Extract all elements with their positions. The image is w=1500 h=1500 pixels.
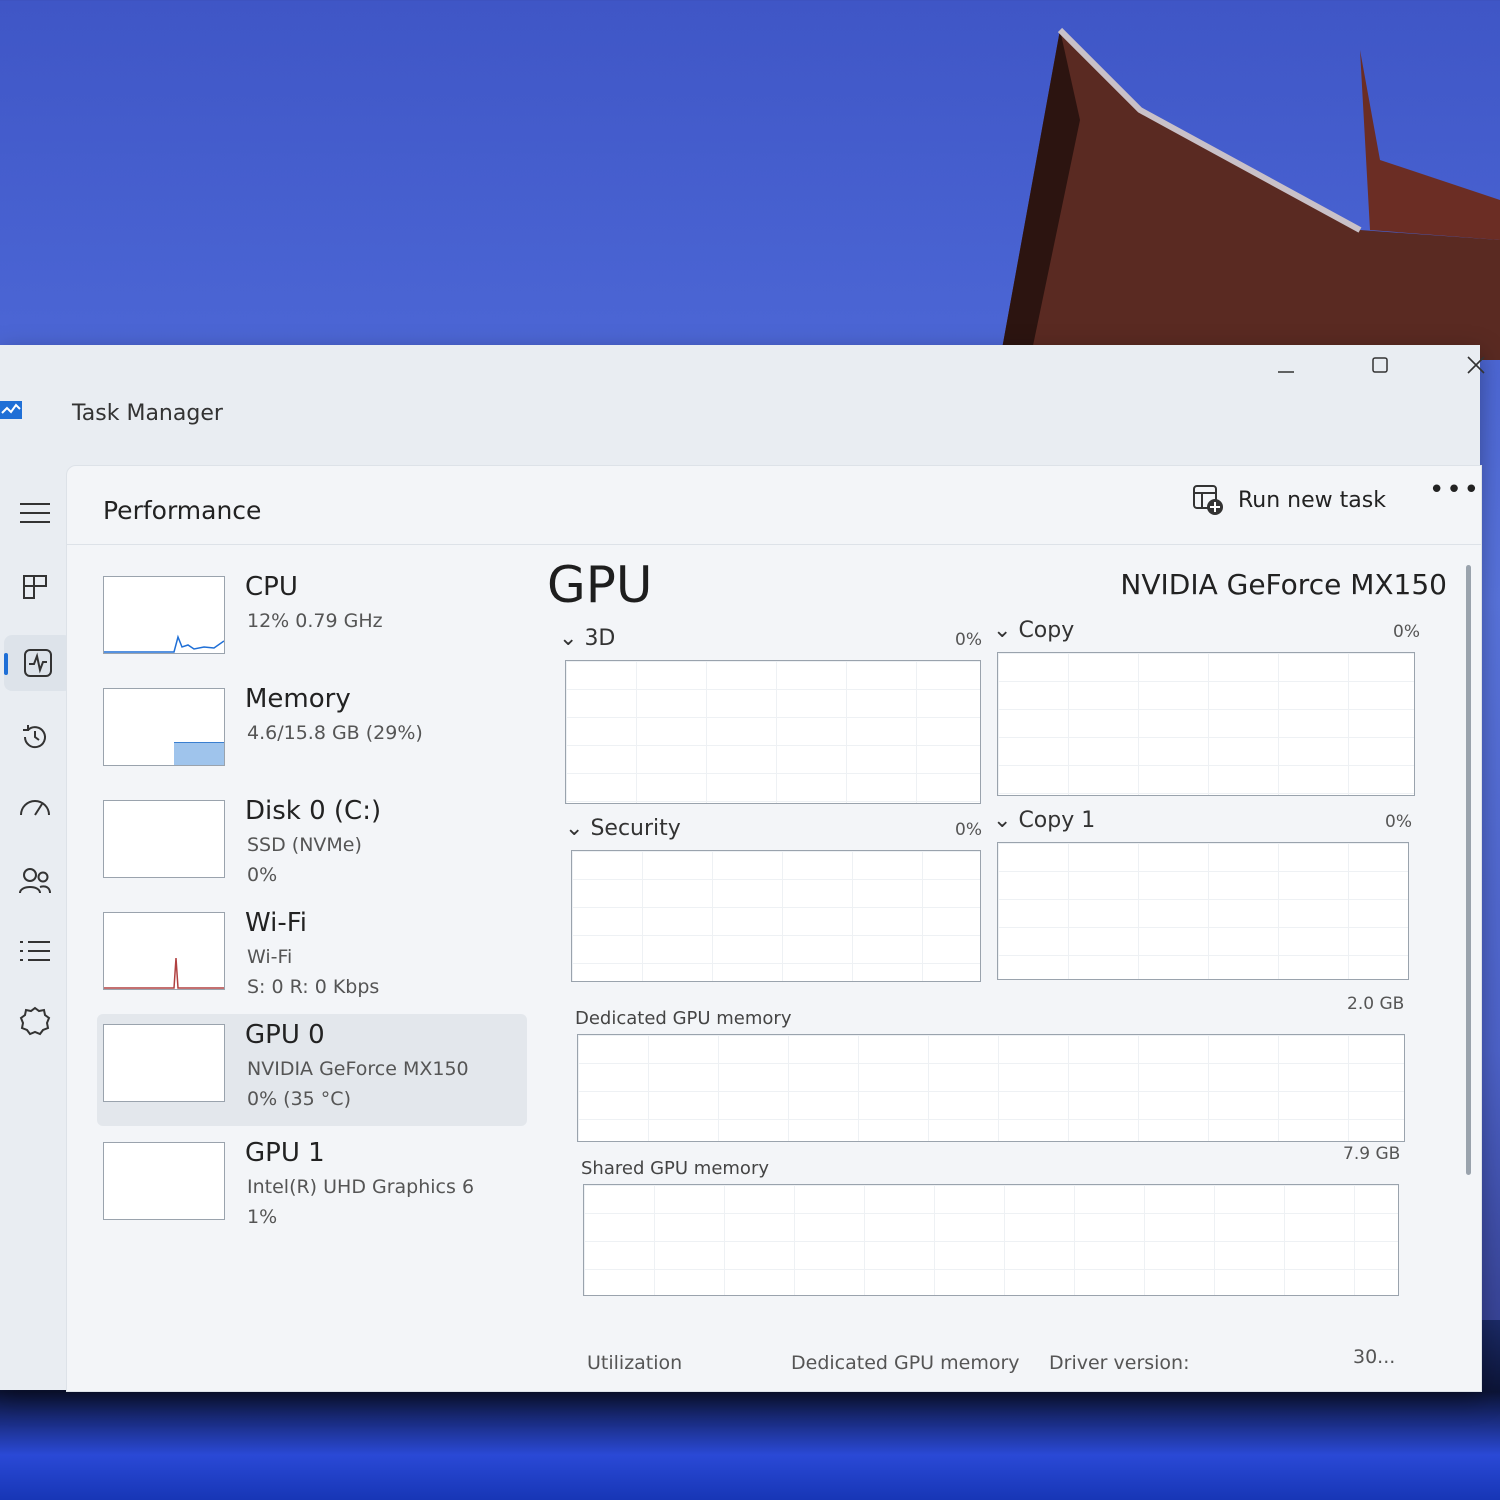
nav-performance[interactable] bbox=[4, 635, 72, 691]
device-name: Disk 0 (C:) bbox=[245, 796, 382, 826]
processes-icon bbox=[23, 575, 47, 599]
device-gpu1[interactable]: GPU 1 Intel(R) UHD Graphics 6 1% bbox=[97, 1132, 527, 1244]
engine-copy-dropdown[interactable]: ⌄ Copy bbox=[993, 618, 1074, 643]
disk-thumbnail-graph bbox=[103, 800, 225, 878]
run-new-task-label: Run new task bbox=[1238, 487, 1386, 513]
engine-label: Copy bbox=[1018, 618, 1075, 643]
hamburger-menu-icon bbox=[20, 503, 50, 523]
gpu-title: GPU bbox=[547, 556, 653, 614]
engine-copy-percent: 0% bbox=[1393, 622, 1420, 642]
title-bar: Task Manager bbox=[0, 345, 1485, 455]
close-button[interactable] bbox=[1446, 345, 1500, 385]
device-name: GPU 0 bbox=[245, 1020, 325, 1050]
engine-copy-graph bbox=[997, 652, 1415, 796]
device-usage: S: 0 R: 0 Kbps bbox=[247, 976, 380, 998]
header-bar: Performance Run new task ••• bbox=[67, 466, 1481, 545]
engine-label: 3D bbox=[584, 626, 616, 651]
wallpaper-roof bbox=[1000, 27, 1500, 360]
engine-security-graph bbox=[571, 850, 981, 982]
device-name: CPU bbox=[245, 572, 298, 602]
utilization-label: Utilization bbox=[587, 1352, 683, 1374]
shared-memory-label: Shared GPU memory bbox=[581, 1158, 769, 1179]
details-icon bbox=[20, 941, 50, 961]
device-detail: SSD (NVMe) bbox=[247, 834, 362, 856]
shared-memory-max: 7.9 GB bbox=[1343, 1144, 1401, 1164]
engine-copy1-graph bbox=[997, 842, 1409, 980]
device-detail: Wi-Fi bbox=[247, 946, 293, 968]
engine-3d-percent: 0% bbox=[955, 630, 982, 650]
task-manager-icon bbox=[0, 401, 22, 419]
nav-details[interactable] bbox=[0, 923, 70, 979]
engine-3d-dropdown[interactable]: ⌄ 3D bbox=[559, 626, 615, 651]
services-icon bbox=[19, 1006, 51, 1036]
minimize-icon bbox=[1278, 371, 1294, 373]
engine-copy1-percent: 0% bbox=[1385, 812, 1412, 832]
performance-content: Performance Run new task ••• CPU 12% 0.7… bbox=[66, 465, 1482, 1392]
run-new-task-button[interactable]: Run new task bbox=[1192, 472, 1386, 528]
engine-security-percent: 0% bbox=[955, 820, 982, 840]
engine-label: Copy 1 bbox=[1018, 808, 1096, 833]
device-detail: 12% 0.79 GHz bbox=[247, 610, 383, 632]
dedicated-memory-max: 2.0 GB bbox=[1347, 994, 1405, 1014]
nav-services[interactable] bbox=[0, 993, 70, 1049]
device-detail: NVIDIA GeForce MX150 bbox=[247, 1058, 469, 1080]
cpu-thumbnail-graph bbox=[103, 576, 225, 654]
device-disk[interactable]: Disk 0 (C:) SSD (NVMe) 0% bbox=[97, 790, 527, 902]
scrollbar[interactable] bbox=[1466, 565, 1471, 1175]
more-options-icon: ••• bbox=[1429, 475, 1482, 505]
driver-version-label: Driver version: bbox=[1049, 1352, 1190, 1374]
minimize-button[interactable] bbox=[1256, 345, 1316, 385]
gpu-detail-panel: GPU NVIDIA GeForce MX150 ⌄ 3D 0% ⌄ Copy … bbox=[547, 556, 1447, 1376]
close-icon bbox=[1467, 356, 1485, 374]
engine-copy1-dropdown[interactable]: ⌄ Copy 1 bbox=[993, 808, 1095, 833]
device-wifi[interactable]: Wi-Fi Wi-Fi S: 0 R: 0 Kbps bbox=[97, 902, 527, 1014]
gpu0-thumbnail-graph bbox=[103, 1024, 225, 1102]
nav-rail bbox=[0, 465, 72, 1390]
device-usage: 1% bbox=[247, 1206, 278, 1228]
gpu-model-name: NVIDIA GeForce MX150 bbox=[1120, 568, 1447, 601]
window-title: Task Manager bbox=[72, 401, 223, 426]
nav-app-history[interactable] bbox=[0, 709, 70, 765]
performance-icon bbox=[24, 649, 52, 677]
engine-label: Security bbox=[590, 816, 681, 841]
nav-processes[interactable] bbox=[0, 559, 70, 615]
gpu1-thumbnail-graph bbox=[103, 1142, 225, 1220]
device-gpu0[interactable]: GPU 0 NVIDIA GeForce MX150 0% (35 °C) bbox=[97, 1014, 527, 1126]
engine-security-dropdown[interactable]: ⌄ Security bbox=[565, 816, 681, 841]
dedicated-memory-graph bbox=[577, 1034, 1405, 1142]
device-name: Memory bbox=[245, 684, 351, 714]
device-cpu[interactable]: CPU 12% 0.79 GHz bbox=[97, 566, 527, 678]
active-indicator bbox=[4, 653, 8, 675]
nav-startup-apps[interactable] bbox=[0, 781, 70, 837]
run-task-icon bbox=[1193, 485, 1223, 515]
more-options-button[interactable]: ••• bbox=[1429, 470, 1479, 510]
device-usage: 0% (35 °C) bbox=[247, 1088, 351, 1110]
engine-3d-graph bbox=[565, 660, 981, 804]
dedicated-memory-label: Dedicated GPU memory bbox=[575, 1008, 792, 1029]
task-manager-window: Task Manager Performance Run new task ••… bbox=[0, 345, 1485, 1392]
device-usage: 0% bbox=[247, 864, 278, 886]
nav-users[interactable] bbox=[0, 853, 70, 909]
shared-memory-graph bbox=[583, 1184, 1399, 1296]
page-title: Performance bbox=[103, 496, 262, 525]
wifi-thumbnail-graph bbox=[103, 912, 225, 990]
device-list: CPU 12% 0.79 GHz Memory 4.6/15.8 GB (29%… bbox=[97, 566, 527, 1266]
memory-fill bbox=[174, 741, 224, 765]
dedicated-gpu-memory-stat-label: Dedicated GPU memory bbox=[791, 1352, 1020, 1374]
device-memory[interactable]: Memory 4.6/15.8 GB (29%) bbox=[97, 678, 527, 790]
memory-thumbnail-graph bbox=[103, 688, 225, 766]
maximize-button[interactable] bbox=[1350, 345, 1410, 385]
maximize-icon bbox=[1372, 357, 1388, 373]
driver-version-value: 30... bbox=[1353, 1346, 1396, 1368]
users-icon bbox=[19, 868, 51, 894]
app-history-icon bbox=[23, 725, 46, 749]
startup-apps-icon bbox=[20, 800, 50, 816]
hamburger-menu-button[interactable] bbox=[0, 485, 70, 541]
device-name: Wi-Fi bbox=[245, 908, 308, 938]
device-detail: Intel(R) UHD Graphics 6 bbox=[247, 1176, 475, 1198]
device-detail: 4.6/15.8 GB (29%) bbox=[247, 722, 423, 744]
device-name: GPU 1 bbox=[245, 1138, 325, 1168]
